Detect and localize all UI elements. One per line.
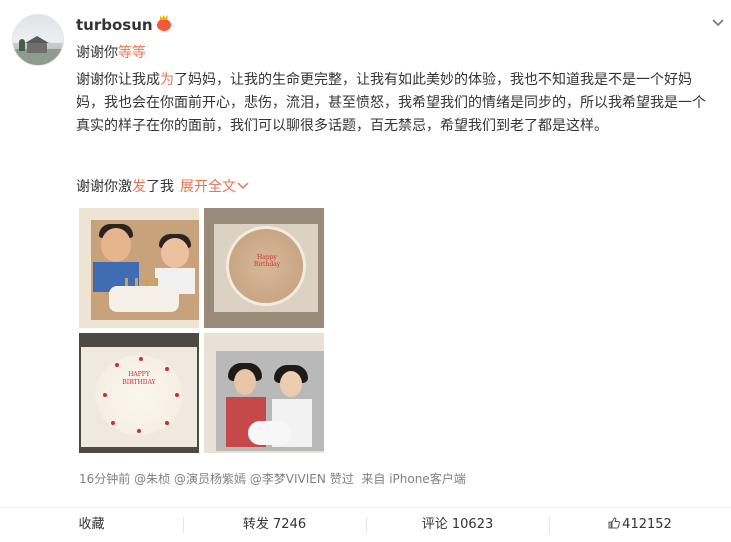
like-count: 412152	[622, 517, 672, 532]
post-image-4[interactable]	[204, 333, 324, 453]
berry-decoration	[165, 421, 169, 425]
repost-label: 转发 7246	[242, 517, 307, 532]
username-link[interactable]: turbosun	[76, 16, 153, 34]
main-text-highlight: 为	[160, 72, 174, 88]
mention-link[interactable]: @演员杨紫嫣	[174, 472, 246, 486]
favorite-button[interactable]: 收藏	[0, 508, 183, 542]
source-prefix: 来自	[361, 472, 386, 486]
comment-label: 评论 10623	[421, 517, 494, 532]
like-button[interactable]: 412152	[549, 508, 731, 542]
favorite-label: 收藏	[78, 517, 105, 532]
berry-decoration	[175, 393, 179, 397]
berry-decoration	[115, 363, 119, 367]
berry-decoration	[139, 357, 143, 361]
avatar-house	[27, 43, 47, 53]
post-menu-chevron-icon[interactable]	[711, 16, 725, 30]
mention-link[interactable]: @朱桢	[134, 472, 170, 486]
expand-label: 展开全文	[180, 179, 236, 195]
post-first-line: 谢谢你等等	[76, 42, 716, 65]
child-face	[161, 238, 189, 268]
liked-label: 赞过	[329, 472, 354, 486]
post-image-2[interactable]: Happy Birthday	[204, 208, 324, 328]
birthday-cake	[109, 286, 179, 312]
chevron-down-icon	[237, 182, 249, 190]
post-image-3[interactable]: HAPPY BIRTHDAY	[79, 333, 199, 453]
girl-face	[280, 371, 302, 397]
comment-button[interactable]: 评论 10623	[366, 508, 549, 542]
berry-decoration	[137, 429, 141, 433]
main-text-part1: 谢谢你让我成	[76, 72, 160, 88]
berry-decoration	[103, 393, 107, 397]
berry-decoration	[165, 367, 169, 371]
post-time[interactable]: 16分钟前	[79, 472, 130, 486]
post-header: turbosun	[76, 16, 171, 34]
source-link[interactable]: iPhone客户端	[389, 472, 466, 486]
crown-icon	[156, 19, 171, 31]
first-line-highlight: 等等	[118, 45, 146, 61]
avatar[interactable]	[12, 14, 64, 66]
post-last-line: 谢谢你激发了我 展开全文	[76, 176, 716, 199]
white-dog	[248, 421, 292, 445]
child-face	[101, 228, 131, 262]
expand-full-text-link[interactable]: 展开全文	[180, 179, 249, 195]
last-line-highlight: 发	[132, 179, 146, 195]
avatar-roof	[25, 36, 49, 43]
last-line-prefix: 谢谢你激	[76, 179, 132, 195]
girl-face	[234, 369, 256, 395]
thumbs-up-icon	[608, 517, 621, 529]
repost-button[interactable]: 转发 7246	[183, 508, 366, 542]
cake-writing: Happy Birthday	[253, 254, 281, 268]
first-line-text: 谢谢你	[76, 45, 118, 61]
post-meta: 16分钟前 @朱桢 @演员杨紫嫣 @李梦VIVIEN 赞过 来自 iPhone客…	[79, 470, 466, 487]
chevron-down-icon	[712, 19, 724, 27]
berry-decoration	[111, 421, 115, 425]
post-image-1[interactable]	[79, 208, 199, 328]
last-line-suffix: 了我	[146, 179, 174, 195]
cake-writing: HAPPY BIRTHDAY	[122, 371, 156, 386]
mention-link[interactable]: @李梦VIVIEN	[250, 472, 326, 486]
post-main-text: 谢谢你让我成为了妈妈，让我的生命更完整，让我有如此美妙的体验，我也不知道我是不是…	[76, 69, 716, 138]
